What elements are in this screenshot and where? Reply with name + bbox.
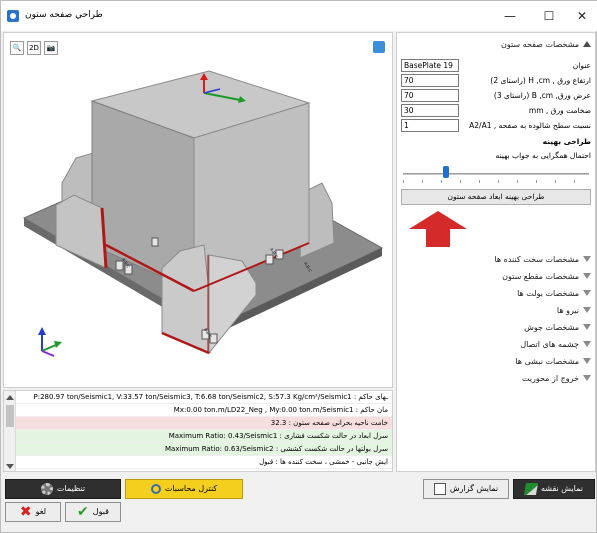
width-field[interactable] — [401, 89, 459, 102]
app-icon — [7, 10, 19, 22]
window-title: طراحي صفحه ستون — [25, 10, 103, 20]
chevron-down-icon — [583, 358, 591, 364]
log-line-compression-check: سرل ابعاد در حالت شکست فشاری : Maximum R… — [16, 430, 392, 443]
show-report-button[interactable]: نمایش گزارش — [423, 479, 509, 499]
gear-icon — [40, 483, 53, 495]
close-button[interactable]: ✕ — [567, 7, 597, 25]
hint-arrow — [397, 205, 595, 249]
convergence-slider[interactable] — [403, 163, 589, 187]
chevron-down-icon — [583, 324, 591, 330]
optimal-design-heading: طراحی بهینه — [542, 137, 591, 146]
scroll-thumb[interactable] — [6, 405, 14, 427]
app-window: طراحي صفحه ستون — ☐ ✕ 🔍 2D 📷 A-B-C A-B-C… — [0, 0, 597, 533]
collapsed-sections: مشخصات سخت کننده ها مشخصات مقطع ستون مشخ… — [397, 251, 595, 387]
section-panel-zones[interactable]: چشمه های اتصال — [397, 336, 595, 353]
log-line-buckling-check: ایش جانبی - خمشی ، سخت کننده ها : قبول — [16, 456, 392, 469]
title-field[interactable] — [401, 59, 459, 72]
field-row-thickness: ضخامت ورق , mm — [397, 104, 595, 118]
pen-icon — [523, 483, 539, 495]
slider-track — [403, 173, 589, 175]
minimize-button[interactable]: — — [495, 7, 525, 25]
section-eccentricity[interactable]: خروج از محوریت — [397, 370, 595, 387]
section-forces[interactable]: نیرو ها — [397, 302, 595, 319]
arrow-up-icon — [409, 211, 467, 229]
results-log[interactable]: ـهای حاکم : P:280.97 ton/Seismic1, V:33.… — [3, 390, 393, 472]
magnifier-icon — [150, 484, 161, 494]
section-column[interactable]: مشخصات مقطع ستون — [397, 268, 595, 285]
chevron-down-icon — [583, 341, 591, 347]
chevron-down-icon — [583, 307, 591, 313]
maximize-button[interactable]: ☐ — [534, 7, 564, 25]
optimize-dimensions-button[interactable]: طراحی بهینه ابعاد صفحه ستون — [401, 189, 591, 205]
check-calculations-button[interactable]: کنترل محاسبات — [125, 479, 243, 499]
settings-button[interactable]: تنظیمات — [5, 479, 121, 499]
log-line-governing-moments: مان حاکم : Mx:0.00 ton.m/LD22_Neg , My:0… — [16, 404, 392, 417]
section-bolts[interactable]: مشخصات بولت ها — [397, 285, 595, 302]
section-angles[interactable]: مشخصات نبشی ها — [397, 353, 595, 370]
log-scrollbar[interactable] — [4, 391, 16, 471]
close-icon: ✖ — [19, 504, 32, 520]
check-icon: ✔ — [77, 504, 89, 520]
field-row-width: عرض ورق, B ,cm (راستای 3) — [397, 89, 595, 103]
scroll-down-icon[interactable] — [6, 464, 14, 469]
3d-viewport[interactable]: 🔍 2D 📷 A-B-C A-B-C A-B-C A-B-C — [3, 32, 393, 388]
field-row-height: ارتفاع ورق , H ,cm (راستای 2) — [397, 74, 595, 88]
convergence-label: احتمال همگرایی به جواب بهینه — [495, 151, 591, 160]
height-field[interactable] — [401, 74, 459, 87]
chevron-down-icon — [583, 273, 591, 279]
report-icon — [433, 483, 446, 495]
scroll-up-icon[interactable] — [6, 395, 14, 400]
chevron-down-icon — [583, 375, 591, 381]
section-stiffeners[interactable]: مشخصات سخت کننده ها — [397, 251, 595, 268]
field-row-title: عنوان — [397, 59, 595, 73]
title-bar: طراحي صفحه ستون — ☐ ✕ — [1, 1, 597, 31]
thickness-field[interactable] — [401, 104, 459, 117]
base-plate-3d-model: A-B-C A-B-C A-B-C A-B-C — [22, 70, 384, 357]
field-row-area-ratio: نسبت سطح شالوده به صفحه , A2/A1 — [397, 119, 595, 133]
ok-button[interactable]: قبول ✔ — [65, 502, 121, 522]
global-axes-icon — [38, 327, 62, 357]
show-drawing-button[interactable]: نمایش نقشه — [513, 479, 595, 499]
slider-ticks — [403, 180, 589, 183]
area-ratio-field[interactable] — [401, 119, 459, 132]
chevron-up-icon — [583, 41, 591, 47]
cancel-button[interactable]: لغو ✖ — [5, 502, 61, 522]
section-welds[interactable]: مشخصات جوش — [397, 319, 595, 336]
slider-thumb[interactable] — [443, 166, 449, 178]
stiffener-left — [55, 194, 107, 269]
chevron-down-icon — [583, 256, 591, 262]
log-line-critical-thickness: خامت ناحیه بحرانی صفحه ستون : 32.3 — [16, 417, 392, 430]
log-line-governing-forces: ـهای حاکم : P:280.97 ton/Seismic1, V:33.… — [16, 391, 392, 404]
log-line-tension-check: سرل بولتها در حالت شکست کششی : Maximum R… — [16, 443, 392, 456]
properties-panel: مشخصات صفحه ستون عنوان ارتفاع ورق , H ,c… — [396, 32, 596, 472]
section-base-plate[interactable]: مشخصات صفحه ستون — [397, 37, 595, 53]
chevron-down-icon — [583, 290, 591, 296]
